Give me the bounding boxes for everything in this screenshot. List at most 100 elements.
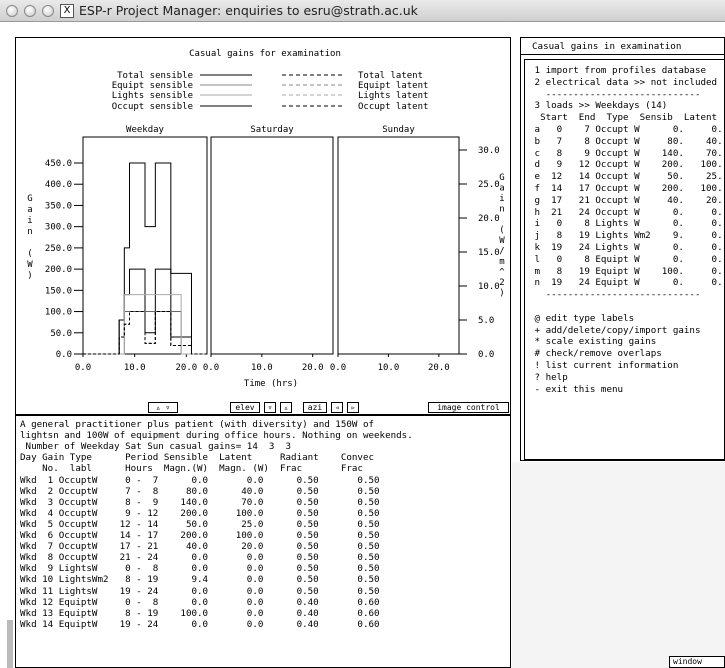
text-line: Wkd 11 LightsW 19 - 24 0.0 0.0 0.50 0.50 (20, 585, 380, 597)
legend-label: Equipt latent (358, 81, 428, 91)
text-line: Wkd 4 OccuptW 9 - 12 200.0 100.0 0.50 0.… (20, 507, 380, 519)
text-line: Wkd 1 OccuptW 0 - 7 0.0 0.0 0.50 0.50 (20, 474, 380, 486)
text-line: Wkd 9 LightsW 0 - 8 0.0 0.0 0.50 0.50 (20, 563, 380, 575)
y2-axis-label-char: i (499, 194, 504, 204)
y-tick-label: 300.0 (45, 223, 72, 233)
menu-item[interactable]: 2 electrical data >> not included (529, 77, 718, 88)
y-axis-label-char: i (27, 216, 32, 226)
menu-item[interactable]: # check/remove overlaps (529, 349, 662, 359)
elev-down-button[interactable]: ▿ (264, 402, 276, 413)
text-line: Wkd 10 LightsWm2 8 - 19 9.4 0.0 0.50 0.5… (20, 574, 380, 586)
legend-label: Lights sensible (112, 91, 193, 101)
y2-axis-label-char: G (499, 173, 504, 183)
y2-tick-label: 10.0 (478, 282, 500, 292)
x-tick-label: 20.0 (302, 363, 324, 373)
x-tick-label: 20.0 (175, 363, 197, 373)
azi-left-button[interactable]: ◃ (331, 402, 343, 413)
menu-item[interactable]: k 19 24 Lights W 0. 0. (529, 243, 723, 253)
text-line: Day Gain Type Period Sensible Latent Rad… (20, 452, 375, 464)
y-axis-label-char: ( (27, 249, 32, 259)
legend-label: Occupt sensible (112, 102, 193, 112)
menu-header: Casual gains in examination (520, 37, 725, 55)
y-tick-label: 150.0 (45, 286, 72, 296)
menu-item[interactable]: d 9 12 Occupt W 200. 100. (529, 160, 723, 170)
x-tick-label: 0.0 (75, 363, 91, 373)
window-button[interactable]: window (669, 656, 725, 668)
text-line: Wkd 6 OccuptW 14 - 17 200.0 100.0 0.50 0… (20, 530, 380, 541)
menu-item[interactable]: g 17 21 Occupt W 40. 20. (529, 195, 723, 206)
menu-item[interactable]: a 0 7 Occupt W 0. 0. (529, 125, 723, 135)
text-line: Wkd 2 OccuptW 7 - 8 80.0 40.0 0.50 0.50 (20, 485, 380, 497)
y-tick-label: 250.0 (45, 244, 72, 254)
y-tick-label: 450.0 (45, 159, 72, 169)
y-tick-label: 50.0 (50, 329, 72, 339)
menu-item[interactable]: e 12 14 Occupt W 50. 25. (529, 172, 723, 182)
y2-axis-label-char: 2 (499, 278, 504, 288)
menu-text: ---------------------------- (529, 88, 701, 100)
elev-label[interactable]: elev (230, 402, 260, 413)
menu-item[interactable]: 3 loads >> Weekdays (14) (529, 101, 668, 111)
menu-item[interactable]: - exit this menu (529, 384, 624, 395)
scroll-updown-control[interactable]: ▵ ▿ (148, 402, 178, 413)
x-tick-label: 20.0 (428, 363, 450, 373)
menu-item[interactable]: * scale existing gains (529, 337, 657, 347)
menu-item[interactable]: ? help (529, 372, 568, 383)
y-axis-label-char: ) (27, 271, 32, 281)
y2-axis-label-char: ( (499, 226, 504, 236)
menu-item[interactable]: m 8 19 Equipt W 100. 0. (529, 266, 723, 277)
text-line: lightsn and 100W of equipment during off… (20, 430, 413, 442)
y-axis-label-char: G (27, 194, 32, 204)
menu-item[interactable]: + add/delete/copy/import gains (529, 325, 701, 336)
menu-item[interactable]: ! list current information (529, 361, 679, 371)
y2-tick-label: 15.0 (478, 248, 500, 258)
x-tick-label: 0.0 (203, 363, 219, 373)
y2-axis-label-char: ^ (499, 268, 505, 278)
text-line: Number of Weekday Sat Sun casual gains= … (20, 441, 292, 453)
azi-right-button[interactable]: ▹ (347, 402, 359, 413)
y-tick-label: 100.0 (45, 308, 72, 318)
azi-label[interactable]: azi (303, 402, 327, 413)
y-axis-label-char: W (27, 260, 33, 270)
menu-item[interactable]: l 0 8 Equipt W 0. 0. (529, 254, 723, 265)
x-tick-label: 0.0 (330, 363, 346, 373)
menu-item[interactable]: @ edit type labels (529, 313, 635, 324)
panel-saturday (210, 136, 334, 355)
x-tick-label: 10.0 (251, 363, 273, 373)
y2-axis-label-char: ) (499, 289, 504, 299)
text-line: Wkd 7 OccuptW 17 - 21 40.0 20.0 0.50 0.5… (20, 541, 380, 553)
text-line: Wkd 8 OccuptW 21 - 24 0.0 0.0 0.50 0.50 (20, 552, 380, 564)
text-line: No. labl Hours Magn.(W) Magn. (W) Frac F… (20, 463, 363, 475)
y-axis-label-char: n (27, 227, 32, 237)
y-tick-label: 350.0 (45, 201, 72, 211)
elev-up-button[interactable]: ▵ (280, 402, 292, 413)
menu-item[interactable]: 1 import from profiles database (529, 66, 706, 76)
menu-item[interactable]: h 21 24 Occupt W 0. 0. (529, 207, 723, 218)
text-line: Wkd 14 EquiptW 19 - 24 0.0 0.0 0.40 0.60 (20, 618, 380, 630)
panel-title: Sunday (382, 125, 415, 135)
menu-item[interactable]: n 19 24 Equipt W 0. 0. (529, 278, 723, 288)
image-control-button[interactable]: image control (428, 402, 509, 413)
menu-item[interactable]: b 7 8 Occupt W 80. 40. (529, 136, 723, 147)
text-scrollbar[interactable] (7, 620, 13, 668)
text-line: Wkd 12 EquiptW 0 - 8 0.0 0.0 0.40 0.60 (20, 596, 380, 608)
menu-item[interactable]: i 0 8 Lights W 0. 0. (529, 219, 723, 229)
y2-axis-label-char: W (499, 236, 505, 246)
x-tick-label: 10.0 (378, 363, 400, 373)
panel-title: Weekday (126, 125, 165, 135)
menu-item[interactable]: c 8 9 Occupt W 140. 70. (529, 148, 723, 159)
y-axis-label-char: a (27, 205, 32, 215)
text-line: Wkd 5 OccuptW 12 - 14 50.0 25.0 0.50 0.5… (20, 518, 380, 530)
panel-sunday (337, 136, 460, 355)
panel-title: Saturday (250, 125, 294, 135)
y2-axis-label-char: m (499, 257, 504, 267)
background-area (512, 462, 725, 668)
y2-tick-label: 5.0 (478, 316, 494, 326)
text-line: A general practitioner plus patient (wit… (20, 419, 375, 430)
menu-item[interactable]: f 14 17 Occupt W 200. 100. (529, 184, 723, 194)
text-feedback-frame: A general practitioner plus patient (wit… (15, 415, 511, 668)
y-tick-label: 0.0 (56, 350, 72, 360)
menu-text: ---------------------------- (529, 289, 701, 301)
y2-tick-label: 20.0 (478, 214, 500, 224)
menu-text: Start End Type Sensib Latent (529, 112, 718, 124)
menu-item[interactable]: j 8 19 Lights Wm2 9. 0. (529, 231, 723, 241)
